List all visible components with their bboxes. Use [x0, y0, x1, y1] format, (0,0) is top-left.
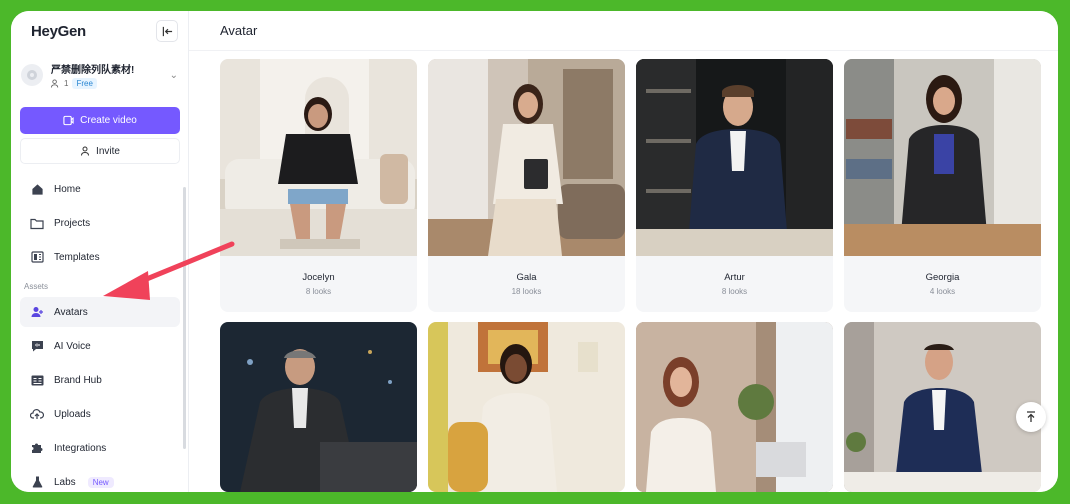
workspace-switcher[interactable]: 严禁删除列队素材! 1 Free ⌄ [21, 57, 178, 93]
avatar-thumbnail [636, 59, 833, 256]
app-window: HeyGen 严禁删除列队素材! 1 Free ⌄ Create video I… [11, 11, 1058, 492]
sidebar-item-ai-voice[interactable]: AI Voice [20, 331, 180, 361]
collapse-sidebar-button[interactable] [156, 20, 178, 42]
templates-icon [30, 250, 44, 264]
sidebar-item-label: Home [54, 183, 81, 195]
avatar-name: Artur [724, 272, 745, 283]
flask-icon [30, 475, 44, 489]
invite-button[interactable]: Invite [20, 138, 180, 164]
heygen-logo: HeyGen [31, 22, 86, 40]
sidebar-item-label: Templates [54, 251, 100, 263]
invite-label: Invite [96, 145, 120, 157]
avatar-card[interactable] [428, 322, 625, 492]
avatar-thumbnail [636, 322, 833, 492]
assets-section-label: Assets [24, 282, 49, 291]
avatar-icon [30, 305, 44, 319]
avatar-card[interactable] [220, 322, 417, 492]
plan-badge: Free [72, 78, 97, 89]
new-badge: New [87, 476, 114, 488]
main-content: Avatar Jocelyn 8 looks Gala 18 looks Art… [189, 11, 1058, 492]
avatar-card-georgia[interactable]: Georgia 4 looks [844, 59, 1041, 312]
avatar-thumbnail [220, 322, 417, 492]
avatar-thumbnail [428, 322, 625, 492]
members-icon [51, 79, 59, 88]
sidebar-scrollbar[interactable] [183, 187, 186, 449]
avatar-thumbnail [844, 59, 1041, 256]
avatar-looks-count: 4 looks [929, 287, 956, 296]
sidebar-item-labs[interactable]: Labs New [20, 467, 180, 492]
sidebar-item-brand-hub[interactable]: Brand Hub [20, 365, 180, 395]
avatar-card-gala[interactable]: Gala 18 looks [428, 59, 625, 312]
sidebar-item-label: Avatars [54, 306, 88, 318]
avatar-thumbnail [220, 59, 417, 256]
member-count: 1 [64, 79, 69, 88]
brand-row: HeyGen [11, 11, 188, 51]
avatar-name: Georgia [925, 272, 960, 283]
avatar-looks-count: 8 looks [721, 287, 748, 296]
avatar-name: Gala [516, 272, 537, 283]
avatar-card[interactable] [844, 322, 1041, 492]
sidebar: HeyGen 严禁删除列队素材! 1 Free ⌄ Create video I… [11, 11, 189, 492]
avatar-thumbnail [428, 59, 625, 256]
avatar-name: Jocelyn [302, 272, 335, 283]
sidebar-item-integrations[interactable]: Integrations [20, 433, 180, 463]
sidebar-item-label: Labs [54, 476, 76, 488]
workspace-name: 严禁删除列队素材! [51, 65, 135, 76]
avatar-thumbnail [844, 322, 1041, 492]
home-icon [30, 182, 44, 196]
collapse-icon [162, 26, 172, 36]
avatar-grid: Jocelyn 8 looks Gala 18 looks Artur 8 lo… [220, 59, 1041, 492]
page-title: Avatar [220, 23, 258, 38]
chevron-down-icon: ⌄ [169, 69, 178, 81]
voice-icon [30, 339, 44, 353]
avatar-looks-count: 18 looks [511, 287, 542, 296]
brand-icon [30, 373, 44, 387]
create-video-icon [63, 115, 74, 126]
sidebar-item-label: AI Voice [54, 340, 91, 352]
arrow-up-icon [1027, 411, 1035, 422]
main-nav: Home Projects Templates Assets Avatars A… [11, 174, 188, 492]
puzzle-icon [30, 441, 44, 455]
sidebar-item-projects[interactable]: Projects [20, 208, 180, 238]
avatar-looks-count: 8 looks [305, 287, 332, 296]
create-video-label: Create video [80, 115, 137, 126]
sidebar-item-home[interactable]: Home [20, 174, 180, 204]
workspace-avatar [21, 64, 43, 86]
page-header: Avatar [189, 11, 1058, 51]
person-icon [81, 146, 90, 156]
folder-icon [30, 216, 44, 230]
sidebar-item-uploads[interactable]: Uploads [20, 399, 180, 429]
sidebar-item-templates[interactable]: Templates [20, 242, 180, 272]
sidebar-item-avatars[interactable]: Avatars [20, 297, 180, 327]
avatar-card-artur[interactable]: Artur 8 looks [636, 59, 833, 312]
avatar-card-jocelyn[interactable]: Jocelyn 8 looks [220, 59, 417, 312]
workspace-icon [27, 70, 37, 80]
create-video-button[interactable]: Create video [20, 107, 180, 134]
upload-icon [30, 407, 44, 421]
scroll-to-top-button[interactable] [1016, 402, 1046, 432]
sidebar-item-label: Integrations [54, 442, 107, 454]
sidebar-item-label: Projects [54, 217, 91, 229]
sidebar-item-label: Uploads [54, 408, 91, 420]
avatar-card[interactable] [636, 322, 833, 492]
sidebar-item-label: Brand Hub [54, 374, 102, 386]
